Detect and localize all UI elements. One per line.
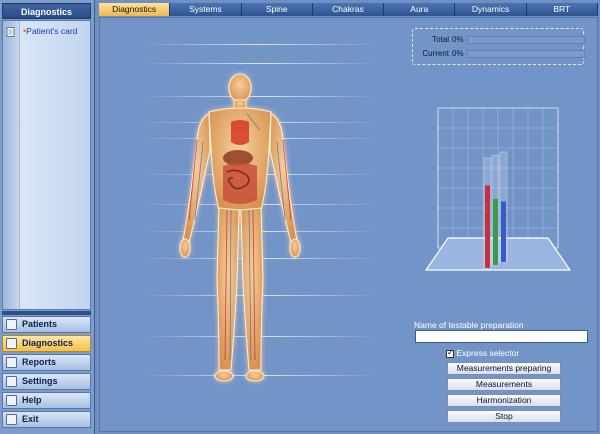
express-selector-checkbox[interactable]: Express selector xyxy=(446,348,519,358)
current-progress-row: Current 0% xyxy=(419,49,585,59)
chart-bars xyxy=(483,151,508,269)
help-icon xyxy=(6,395,17,406)
tree-item-label: Patient's card xyxy=(26,26,78,36)
main-area: Total 0% Current 0% Name of testable pre… xyxy=(99,17,598,432)
reports-icon xyxy=(6,357,17,368)
current-label: Current xyxy=(422,49,449,58)
current-progress-bar xyxy=(467,50,585,58)
diagnostics-icon xyxy=(6,338,17,349)
nav-separator xyxy=(2,311,91,315)
total-progress-row: Total 0% xyxy=(419,35,585,45)
checkbox-checked-icon[interactable] xyxy=(446,348,454,358)
patients-icon xyxy=(6,319,17,330)
total-label: Total xyxy=(432,35,449,44)
measurement-3d-chart xyxy=(424,107,572,271)
express-selector-label: Express selector xyxy=(456,348,520,358)
left-panel: Diagnostics •Patient's card Patients Dia… xyxy=(0,0,95,434)
total-value: 0% xyxy=(452,35,464,44)
human-body-figure[interactable] xyxy=(175,70,305,390)
nav-reports-button[interactable]: Reports xyxy=(2,354,91,371)
preparation-input[interactable] xyxy=(415,330,588,343)
nav-diagnostics-button[interactable]: Diagnostics xyxy=(2,335,91,352)
measurements-button[interactable]: Measurements xyxy=(447,378,561,391)
preparation-label: Name of testable preparation xyxy=(414,320,524,330)
tab-bar: Diagnostics Systems Spine Chakras Aura D… xyxy=(99,3,598,16)
harmonization-button[interactable]: Harmonization xyxy=(447,394,561,407)
chart-bar xyxy=(493,199,498,265)
chart-bar xyxy=(485,185,490,268)
nav-reports-label: Reports xyxy=(22,357,57,367)
tab-brt[interactable]: BRT xyxy=(526,3,598,16)
left-panel-title: Diagnostics xyxy=(2,3,91,19)
nav-diagnostics-label: Diagnostics xyxy=(22,338,74,348)
exit-icon xyxy=(6,414,17,425)
tree-side-bar xyxy=(3,21,20,309)
tab-aura[interactable]: Aura xyxy=(384,3,456,16)
tab-spine[interactable]: Spine xyxy=(241,3,313,16)
tab-dynamics[interactable]: Dynamics xyxy=(455,3,527,16)
nav-exit-button[interactable]: Exit xyxy=(2,411,91,428)
chart-bar xyxy=(501,201,506,262)
document-icon xyxy=(6,27,15,37)
scan-line xyxy=(140,63,380,64)
patient-tree: •Patient's card xyxy=(2,20,91,310)
stop-button[interactable]: Stop xyxy=(447,410,561,423)
measurements-preparing-button[interactable]: Measurements preparing xyxy=(447,362,561,375)
settings-icon xyxy=(6,376,17,387)
nav-patients-button[interactable]: Patients xyxy=(2,316,91,333)
tab-diagnostics[interactable]: Diagnostics xyxy=(99,3,171,16)
progress-panel: Total 0% Current 0% xyxy=(412,28,585,65)
tree-item-patients-card[interactable]: •Patient's card xyxy=(23,26,83,36)
nav-patients-label: Patients xyxy=(22,319,58,329)
nav-settings-button[interactable]: Settings xyxy=(2,373,91,390)
tab-systems[interactable]: Systems xyxy=(170,3,242,16)
scan-line xyxy=(140,44,380,45)
tab-chakras[interactable]: Chakras xyxy=(312,3,385,16)
total-progress-bar xyxy=(467,36,585,44)
nav-help-button[interactable]: Help xyxy=(2,392,91,409)
nav-exit-label: Exit xyxy=(22,414,39,424)
current-value: 0% xyxy=(452,49,464,58)
nav-settings-label: Settings xyxy=(22,376,58,386)
nav-help-label: Help xyxy=(22,395,42,405)
